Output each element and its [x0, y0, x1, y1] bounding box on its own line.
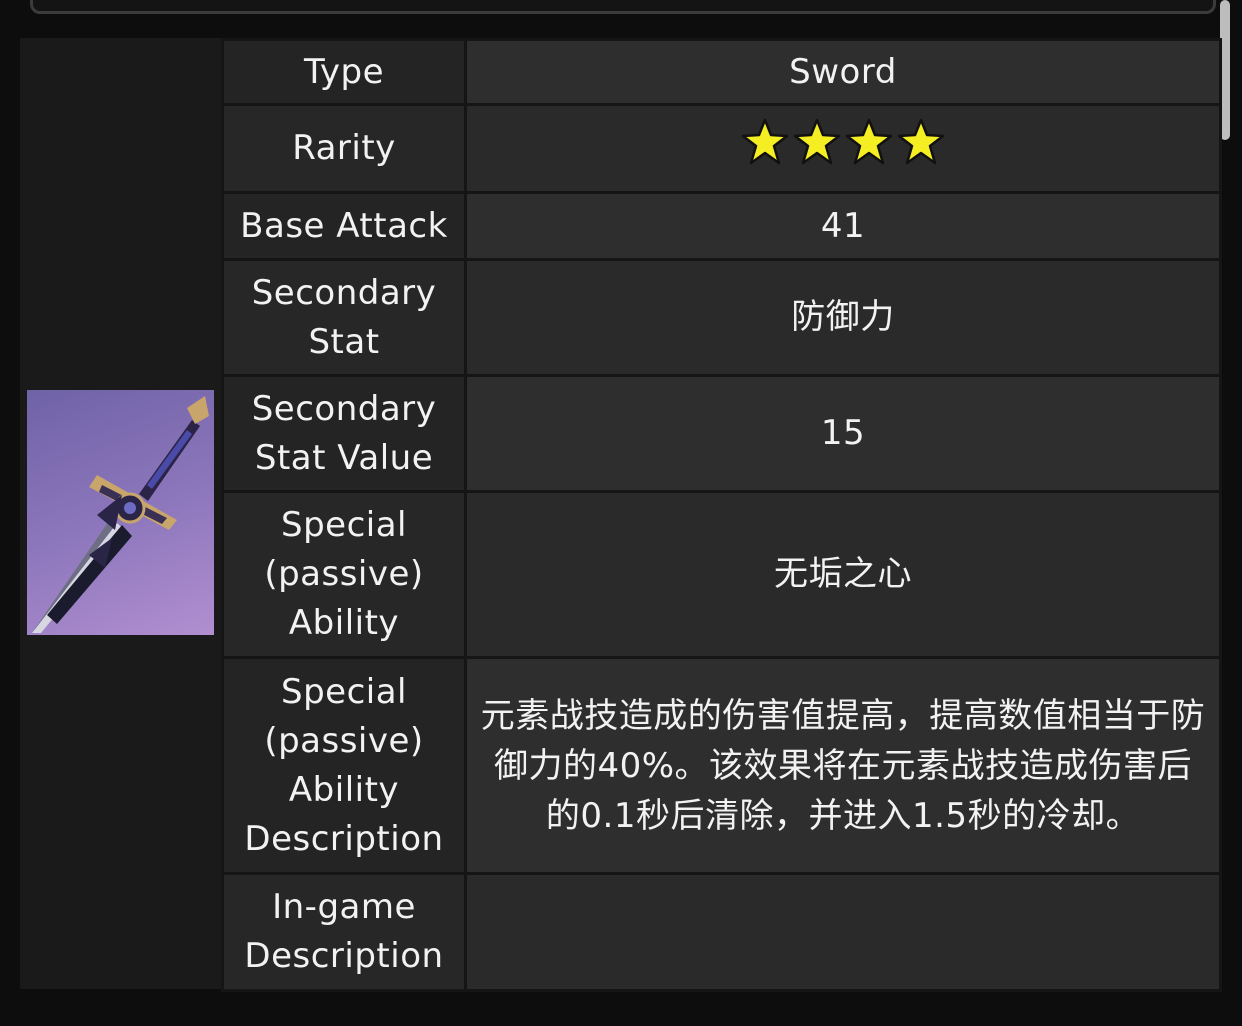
weapon-stats-table: Type Sword Rarity Base Attack 41 Seconda… — [221, 38, 1222, 992]
in-game-description-value — [464, 872, 1222, 992]
top-panel-edge — [30, 0, 1216, 14]
image-column — [20, 38, 221, 989]
row-secondary-stat: Secondary Stat 防御力 — [221, 258, 1222, 377]
special-ability-description-value: 元素战技造成的伤害值提高，提高数值相当于防御力的40%。该效果将在元素战技造成伤… — [464, 656, 1222, 875]
sword-image — [27, 390, 214, 635]
secondary-stat-label: Secondary Stat — [221, 258, 467, 377]
rarity-value — [464, 103, 1222, 194]
row-rarity: Rarity — [221, 103, 1222, 194]
star-icon — [792, 117, 842, 167]
star-icon — [896, 117, 946, 167]
base-attack-label: Base Attack — [221, 191, 467, 261]
row-secondary-stat-value: Secondary Stat Value 15 — [221, 374, 1222, 493]
row-type: Type Sword — [221, 38, 1222, 106]
in-game-description-label: In-game Description — [221, 872, 467, 992]
rarity-label: Rarity — [221, 103, 467, 194]
special-ability-value: 无垢之心 — [464, 490, 1222, 659]
row-base-attack: Base Attack 41 — [221, 191, 1222, 261]
star-icon — [740, 117, 790, 167]
type-value: Sword — [464, 38, 1222, 106]
row-in-game-description: In-game Description — [221, 872, 1222, 992]
special-ability-description-label: Special (passive) Ability Description — [221, 656, 467, 875]
star-icon — [844, 117, 894, 167]
special-ability-label: Special (passive) Ability — [221, 490, 467, 659]
rarity-stars — [740, 117, 946, 167]
row-special-ability: Special (passive) Ability 无垢之心 — [221, 490, 1222, 659]
secondary-stat-value-value: 15 — [464, 374, 1222, 493]
base-attack-value: 41 — [464, 191, 1222, 261]
weapon-info-card: Type Sword Rarity Base Attack 41 Seconda… — [20, 38, 1222, 992]
row-special-ability-description: Special (passive) Ability Description 元素… — [221, 656, 1222, 875]
secondary-stat-value-label: Secondary Stat Value — [221, 374, 467, 493]
type-label: Type — [221, 38, 467, 106]
secondary-stat-value: 防御力 — [464, 258, 1222, 377]
